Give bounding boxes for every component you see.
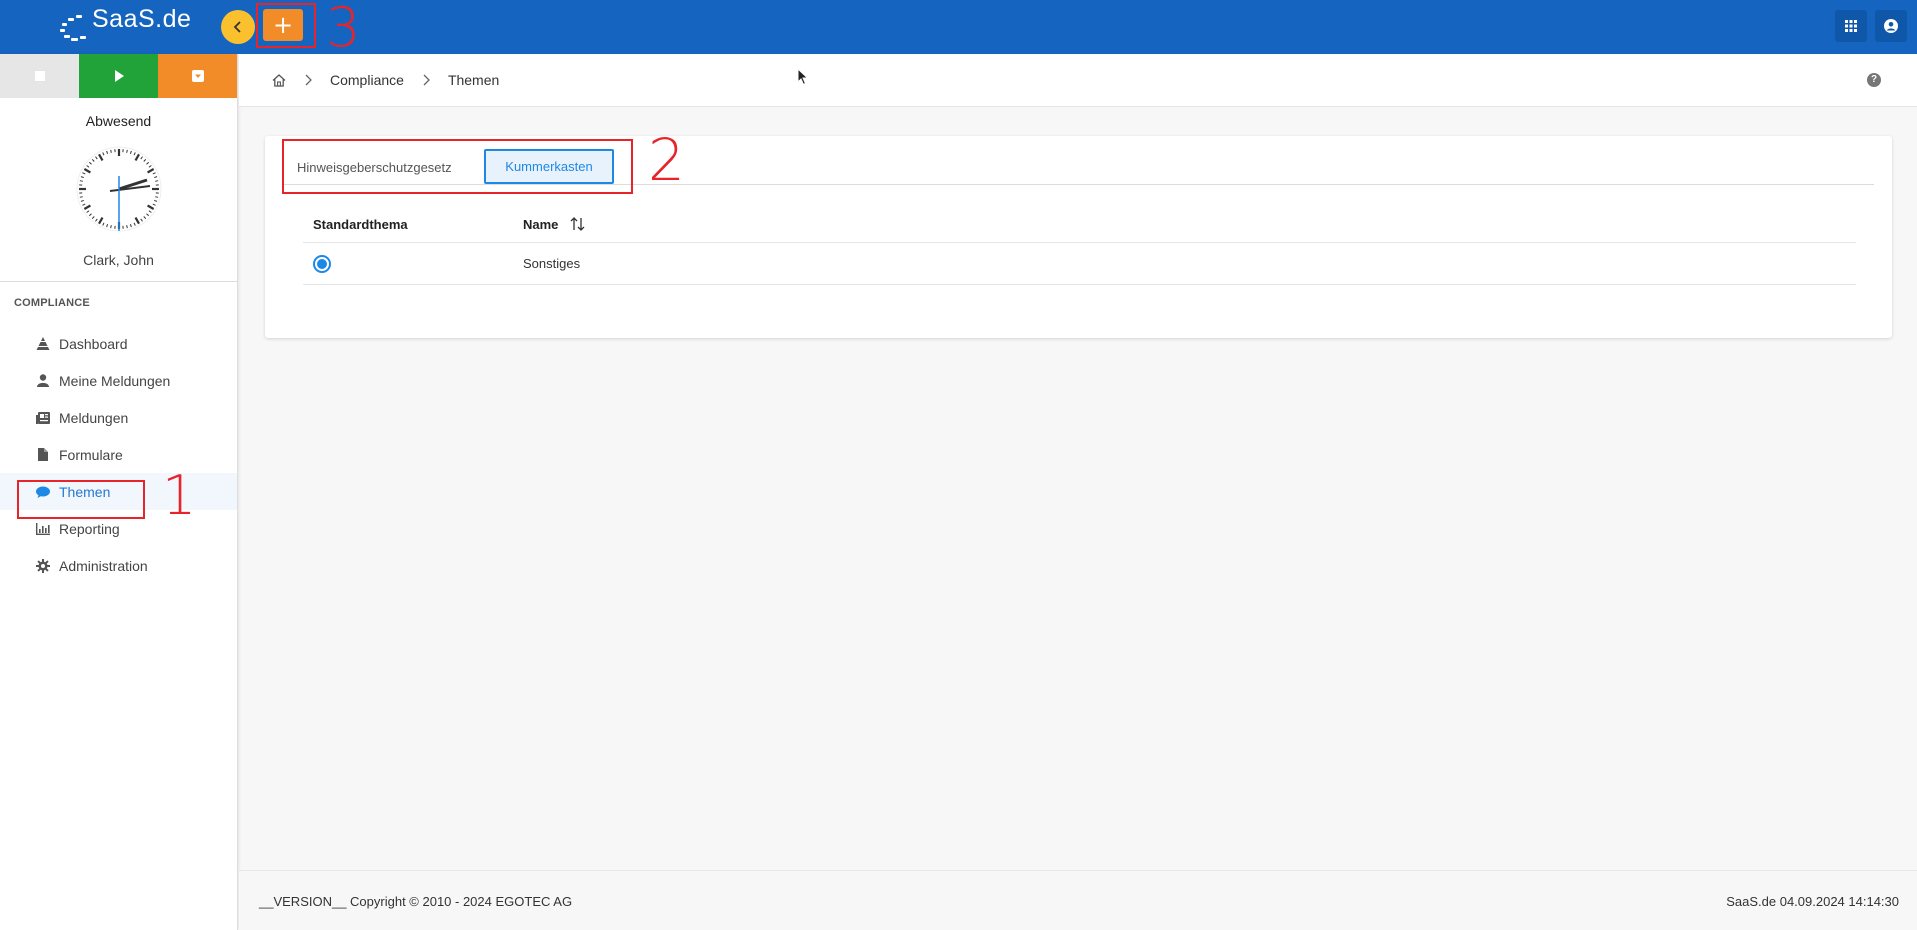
column-header-name[interactable]: Name xyxy=(523,217,586,232)
clock-tick xyxy=(109,149,112,153)
attendance-status: Abwesend xyxy=(85,113,152,129)
sidebar-item-reporting[interactable]: Reporting xyxy=(0,510,237,547)
saas-logo[interactable]: SaaS.de xyxy=(60,5,192,47)
user-icon xyxy=(36,374,50,388)
table-header: Standardthema Name xyxy=(303,207,1856,243)
analog-clock xyxy=(76,146,161,232)
chevron-right-icon xyxy=(422,74,430,86)
footer: __VERSION__ Copyright © 2010 - 2024 EGOT… xyxy=(239,870,1917,930)
clock-tick xyxy=(79,196,83,198)
user-name: Clark, John xyxy=(83,252,154,268)
footer-timestamp: SaaS.de 04.09.2024 14:14:30 xyxy=(1726,894,1899,909)
clock-tick xyxy=(125,149,128,153)
chevron-right-icon xyxy=(304,74,312,86)
help-icon[interactable]: ? xyxy=(1867,73,1881,87)
sidebar-nav: Dashboard Meine Meldungen Meldungen Form… xyxy=(0,325,237,584)
newspaper-icon xyxy=(36,411,50,425)
sidebar-item-label: Themen xyxy=(59,483,111,500)
apps-grid-icon xyxy=(1845,20,1857,32)
sort-icon xyxy=(570,217,585,231)
sidebar-item-administration[interactable]: Administration xyxy=(0,547,237,584)
clock-tick xyxy=(154,180,158,182)
sidebar-item-formulare[interactable]: Formulare xyxy=(0,436,237,473)
sidebar-item-dashboard[interactable]: Dashboard xyxy=(0,325,237,362)
topic-name: Sonstiges xyxy=(523,256,581,271)
sidebar-item-label: Meldungen xyxy=(59,409,129,426)
chevron-left-icon xyxy=(233,21,241,33)
add-button[interactable]: + xyxy=(263,9,303,41)
column-header-label: Name xyxy=(523,217,559,232)
user-circle-icon xyxy=(1884,19,1898,33)
table-row[interactable]: Sonstiges xyxy=(303,243,1856,285)
comment-icon xyxy=(36,485,50,499)
sidebar-item-label: Reporting xyxy=(59,520,120,537)
breadcrumb: Compliance Themen ? xyxy=(239,54,1917,107)
clock-tick xyxy=(109,225,112,229)
breadcrumb-compliance[interactable]: Compliance xyxy=(330,72,404,88)
column-header-standardthema: Standardthema xyxy=(313,217,408,232)
default-topic-radio[interactable] xyxy=(313,255,331,273)
footer-copyright: __VERSION__ Copyright © 2010 - 2024 EGOT… xyxy=(259,894,573,909)
tab-kummerkasten[interactable]: Kummerkasten xyxy=(484,149,614,184)
sidebar-item-label: Dashboard xyxy=(59,335,128,352)
tab-bar: Hinweisgeberschutzgesetz Kummerkasten xyxy=(282,136,1874,185)
mouse-cursor-icon xyxy=(797,68,809,86)
time-tracking-buttons xyxy=(0,54,237,98)
stop-icon xyxy=(34,71,45,81)
gear-icon xyxy=(36,558,50,573)
dropdown-button[interactable] xyxy=(158,54,237,98)
collapse-sidebar-button[interactable] xyxy=(221,10,255,44)
sidebar-divider xyxy=(0,281,237,282)
breadcrumb-themen: Themen xyxy=(447,72,500,88)
chart-icon xyxy=(36,522,50,536)
apps-grid-button[interactable] xyxy=(1835,10,1867,42)
tab-hinweisgeberschutzgesetz[interactable]: Hinweisgeberschutzgesetz xyxy=(282,149,462,185)
sidebar: Abwesend Clark, John COMPLIANCE Dashboar… xyxy=(0,54,238,930)
section-label: COMPLIANCE xyxy=(14,297,90,309)
dashboard-icon xyxy=(36,337,50,351)
stop-button[interactable] xyxy=(0,54,79,98)
user-menu-button[interactable] xyxy=(1875,10,1907,42)
themen-card: Hinweisgeberschutzgesetz Kummerkasten St… xyxy=(265,136,1892,338)
home-icon xyxy=(272,73,286,87)
themen-table: Standardthema Name Sonstiges xyxy=(303,207,1856,285)
logo-swirl-icon xyxy=(60,15,86,41)
play-icon xyxy=(114,70,124,82)
sidebar-item-label: Formulare xyxy=(59,446,123,463)
clock-tick xyxy=(154,196,158,198)
sidebar-item-label: Meine Meldungen xyxy=(59,372,171,389)
logo-text: SaaS.de xyxy=(92,5,192,33)
file-icon xyxy=(36,448,50,462)
dropdown-icon xyxy=(191,70,204,82)
sidebar-item-label: Administration xyxy=(59,557,148,574)
clock-tick xyxy=(79,180,83,182)
play-button[interactable] xyxy=(79,54,158,98)
breadcrumb-home[interactable] xyxy=(272,73,286,87)
top-bar: SaaS.de + xyxy=(0,0,1917,54)
clock-tick xyxy=(125,225,128,229)
sidebar-item-themen[interactable]: Themen xyxy=(0,473,237,510)
sidebar-item-meldungen[interactable]: Meldungen xyxy=(0,399,237,436)
sidebar-item-meine-meldungen[interactable]: Meine Meldungen xyxy=(0,362,237,399)
